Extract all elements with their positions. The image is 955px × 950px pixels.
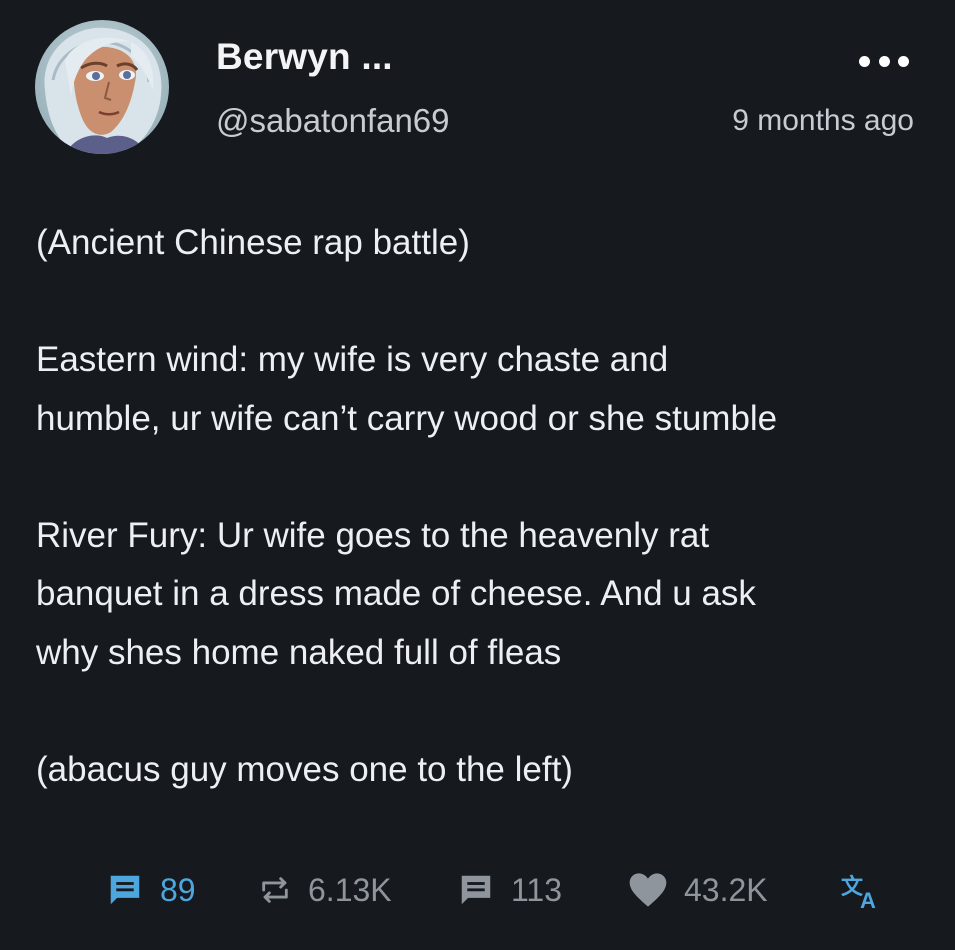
post-text-line: (abacus guy moves one to the left): [36, 749, 573, 789]
post-paragraph: River Fury: Ur wife goes to the heavenly…: [36, 507, 926, 683]
post-text-line: Eastern wind: my wife is very chaste and: [36, 340, 669, 379]
quote-button[interactable]: 113: [457, 860, 562, 920]
repost-icon: [258, 873, 292, 907]
more-horizontal-icon-dot: [898, 55, 909, 67]
like-button[interactable]: 43.2K: [628, 860, 768, 920]
replies-button[interactable]: 89: [106, 860, 196, 920]
post-paragraph: Eastern wind: my wife is very chaste and…: [36, 331, 926, 448]
post-body: (Ancient Chinese rap battle) Eastern wind…: [36, 214, 926, 799]
post-text-line: humble, ur wife can’t carry wood or she …: [36, 398, 778, 438]
author-display-name[interactable]: Berwyn ...: [216, 36, 393, 78]
post-text-line: why shes home naked full of fleas: [36, 632, 562, 672]
more-horizontal-icon-dot: [878, 55, 890, 67]
quote-icon: [457, 871, 495, 909]
more-options-button[interactable]: [859, 50, 909, 72]
quotes-count: 113: [511, 871, 563, 908]
post-paragraph: (Ancient Chinese rap battle): [36, 214, 926, 273]
author-handle[interactable]: @sabatonfan69: [216, 102, 450, 140]
heart-icon: [628, 871, 668, 909]
likes-count: 43.2K: [684, 871, 768, 908]
repost-button[interactable]: 6.13K: [258, 860, 392, 920]
translate-button[interactable]: 文 A: [840, 860, 882, 920]
action-bar: 89 6.13K 113 43.2K 文 A: [0, 860, 955, 920]
more-horizontal-icon-dot: [859, 55, 870, 67]
anime-character-avatar-icon: [35, 20, 169, 154]
post-text-line: River Fury: Ur wife goes to the heavenly…: [36, 515, 710, 555]
avatar[interactable]: [35, 20, 169, 154]
replies-count: 89: [160, 871, 196, 908]
post-text-line: banquet in a dress made of cheese. And u…: [36, 574, 756, 613]
svg-text:A: A: [860, 888, 876, 910]
reply-icon: [106, 871, 144, 909]
reposts-count: 6.13K: [308, 871, 392, 908]
post-text-line: (Ancient Chinese rap battle): [36, 223, 470, 262]
post-paragraph: (abacus guy moves one to the left): [36, 741, 926, 800]
translate-icon: 文 A: [840, 870, 882, 910]
post-timestamp: 9 months ago: [732, 104, 914, 137]
